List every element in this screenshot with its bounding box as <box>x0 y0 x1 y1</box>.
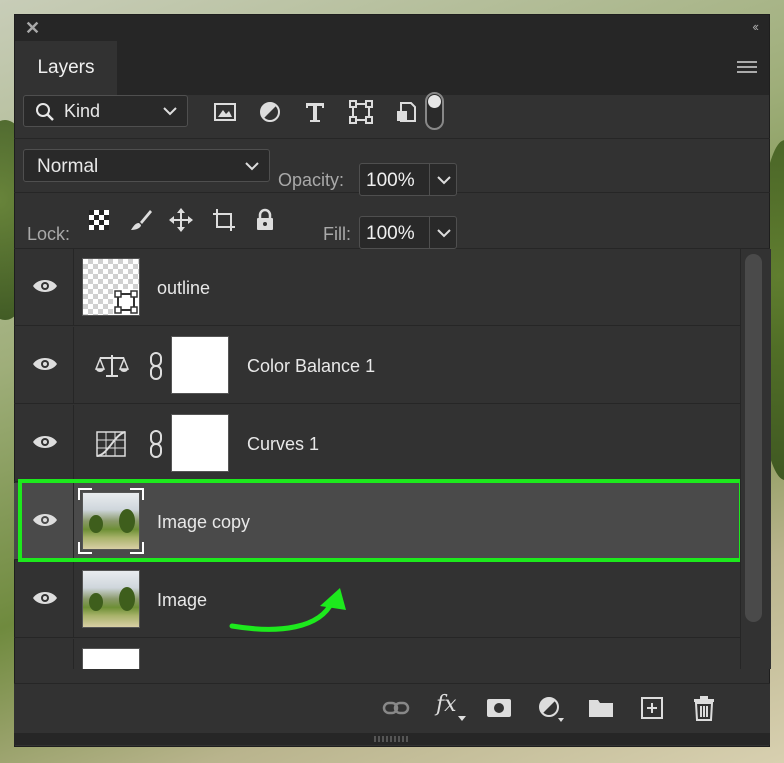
lock-artboard-icon[interactable] <box>211 207 237 233</box>
curves-icon <box>96 431 126 457</box>
mask-link-icon[interactable] <box>147 429 165 459</box>
layer-row-image[interactable]: Image <box>14 561 740 638</box>
balance-scale-icon <box>94 355 130 377</box>
filter-toggle[interactable] <box>425 92 444 130</box>
mask-link-icon[interactable] <box>147 351 165 381</box>
lock-label: Lock: <box>27 224 71 244</box>
trash-icon[interactable] <box>690 694 718 722</box>
annotation-arrow <box>229 588 346 632</box>
close-icon[interactable]: ✕ <box>25 18 40 38</box>
fill-label: Fill: <box>323 224 351 244</box>
layer-name[interactable]: Image <box>157 590 207 611</box>
new-group-icon[interactable] <box>587 694 615 722</box>
layer-name[interactable]: Color Balance 1 <box>247 356 375 377</box>
visibility-column <box>14 249 74 325</box>
eye-icon[interactable] <box>32 589 58 607</box>
toggle-knob <box>428 95 441 108</box>
image-filter-icon[interactable] <box>212 99 238 125</box>
blend-mode-select[interactable]: Normal <box>23 149 270 182</box>
fx-dropdown-indicator <box>458 716 466 721</box>
scrollbar-thumb[interactable] <box>745 254 762 622</box>
fill-field[interactable]: 100% <box>359 216 457 249</box>
layer-mask-thumbnail[interactable] <box>171 336 229 394</box>
link-layers-icon[interactable] <box>382 694 410 722</box>
layer-row-outline[interactable]: outline <box>14 249 740 326</box>
eye-icon[interactable] <box>32 355 58 373</box>
kind-label: Kind <box>64 101 101 121</box>
layer-list: outline Color Balance 1 Curves 1 Image c… <box>14 249 740 669</box>
lock-transparent-pixels-icon[interactable] <box>86 207 112 233</box>
layer-mask-icon[interactable] <box>485 694 513 722</box>
shape-layer-badge-icon <box>113 289 139 315</box>
visibility-column <box>14 405 74 481</box>
adjustment-filter-icon[interactable] <box>257 99 283 125</box>
blend-mode-value: Normal <box>37 156 99 177</box>
layer-row-curves[interactable]: Curves 1 <box>14 405 740 482</box>
selection-highlight <box>18 479 743 562</box>
visibility-column <box>14 639 74 669</box>
chevron-down-icon <box>245 162 259 171</box>
new-adjustment-icon[interactable] <box>536 694 564 722</box>
type-filter-icon[interactable] <box>302 99 328 125</box>
lock-position-icon[interactable] <box>168 207 194 233</box>
collapse-icon[interactable]: ‹‹ <box>752 19 759 34</box>
lock-image-pixels-icon[interactable] <box>128 207 154 233</box>
layer-row-color-balance[interactable]: Color Balance 1 <box>14 327 740 404</box>
opacity-value: 100% <box>366 170 415 191</box>
lock-all-icon[interactable] <box>252 207 278 233</box>
chevron-down-icon[interactable] <box>436 168 452 190</box>
search-icon <box>36 103 54 121</box>
shape-filter-icon[interactable] <box>348 99 374 125</box>
panel-menu-icon[interactable] <box>737 61 757 76</box>
opacity-label: Opacity: <box>278 170 345 190</box>
fx-icon[interactable]: fx <box>436 692 457 717</box>
resize-grip[interactable] <box>374 736 408 742</box>
smart-object-filter-icon[interactable] <box>393 99 419 125</box>
layer-row-partial[interactable] <box>14 639 740 669</box>
eye-icon[interactable] <box>32 277 58 295</box>
chevron-down-icon[interactable] <box>436 221 452 243</box>
layer-thumbnail[interactable] <box>82 258 140 316</box>
kind-filter-select[interactable]: Kind <box>23 95 188 127</box>
fill-value: 100% <box>366 223 415 244</box>
panel-titlebar: ✕ ‹‹ <box>15 15 769 41</box>
visibility-column <box>14 561 74 637</box>
layer-name[interactable]: outline <box>157 278 210 299</box>
filter-row: Kind <box>14 80 770 139</box>
visibility-column <box>14 327 74 403</box>
layer-thumbnail[interactable] <box>82 648 140 669</box>
eye-icon[interactable] <box>32 433 58 451</box>
new-layer-icon[interactable] <box>638 694 666 722</box>
layer-thumbnail[interactable] <box>82 570 140 628</box>
chevron-down-icon <box>163 107 177 116</box>
layer-mask-thumbnail[interactable] <box>171 414 229 472</box>
layer-name[interactable]: Curves 1 <box>247 434 319 455</box>
